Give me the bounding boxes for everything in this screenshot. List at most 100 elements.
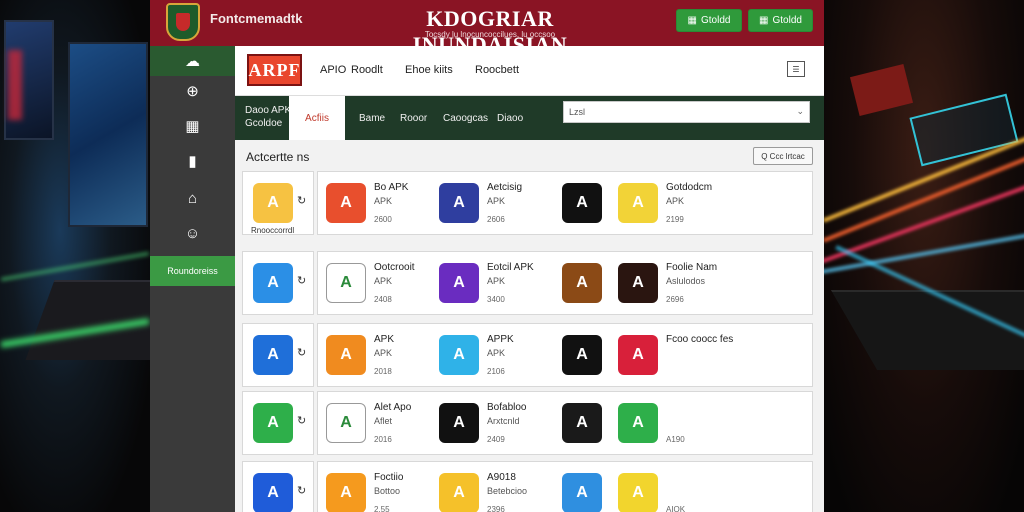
refresh-icon[interactable]: ↻ xyxy=(297,414,306,427)
app-name[interactable]: Foolie Nam xyxy=(666,262,717,273)
apk-logo[interactable]: ARPF xyxy=(247,54,302,86)
app-icon: A xyxy=(253,403,293,443)
app-icon[interactable]: A xyxy=(326,183,366,223)
tabs-brand-line: Gcoldoe xyxy=(245,118,283,129)
app-name[interactable]: Aetcisig xyxy=(487,182,522,193)
refresh-icon[interactable]: ↻ xyxy=(297,194,306,207)
app-icon: A xyxy=(253,335,293,375)
header-button-2[interactable]: ▦ Gtoldd xyxy=(748,9,813,32)
app-name[interactable]: APK xyxy=(374,334,394,345)
app-size: 2396 xyxy=(487,505,505,512)
sidebar-calendar-icon[interactable]: ▦ xyxy=(150,111,235,141)
app-size: 2600 xyxy=(374,215,392,224)
app-icon[interactable]: A xyxy=(439,263,479,303)
app-icon[interactable]: A xyxy=(618,263,658,303)
app-name[interactable]: Ootcrooit xyxy=(374,262,415,273)
featured-app-card[interactable]: A ↻ xyxy=(242,461,314,512)
app-subtitle: Betebcioo xyxy=(487,486,528,496)
menu-icon[interactable]: ☰ xyxy=(787,61,805,77)
app-icon[interactable]: A xyxy=(326,263,366,303)
app-row: A ↻ A Alet Apo Aflet 2016 A Bofabloo Arxtcnld 240… xyxy=(242,391,813,455)
tabs-brand: Daoo APK Gcoldoe xyxy=(245,104,291,130)
background-neon-light xyxy=(0,251,150,282)
tab[interactable]: Caoogcas xyxy=(443,96,488,140)
app-name[interactable]: Bofabloo xyxy=(487,402,526,413)
search-placeholder: Lzsl xyxy=(569,107,586,117)
app-icon[interactable]: A xyxy=(326,335,366,375)
filter-button[interactable]: Q Ccc lrtcac xyxy=(753,147,813,165)
tab[interactable]: Bame xyxy=(359,96,385,140)
app-icon[interactable]: A xyxy=(326,473,366,512)
background-sign xyxy=(849,63,914,117)
background-neon-light xyxy=(824,170,1024,264)
sidebar-home-icon[interactable]: ☁ xyxy=(150,46,235,76)
brand-name[interactable]: Fontcmemadtk xyxy=(210,11,302,26)
featured-app-card[interactable]: A ↻ xyxy=(242,251,314,315)
nav-header: ARPF APIO Roodlt Ehoe kiits Roocbett ☰ xyxy=(235,46,824,96)
app-icon[interactable]: A xyxy=(439,183,479,223)
app-subtitle: Bottoo xyxy=(374,486,401,496)
app-icon[interactable]: A xyxy=(562,473,602,512)
app-icon: A xyxy=(253,473,293,512)
app-icon[interactable]: A xyxy=(618,183,658,223)
header-button-label: Gtoldd xyxy=(772,15,802,26)
app-name[interactable]: Eotcil APK xyxy=(487,262,534,273)
tab[interactable]: Diaoo xyxy=(497,96,523,140)
app-icon[interactable]: A xyxy=(562,263,602,303)
tab[interactable]: Rooor xyxy=(400,96,427,140)
app-size: 2606 xyxy=(487,215,505,224)
app-icon[interactable]: A xyxy=(618,473,658,512)
app-icon[interactable]: A xyxy=(618,403,658,443)
app-icon[interactable]: A xyxy=(439,403,479,443)
nav-link[interactable]: Ehoe kiits xyxy=(405,64,453,76)
app-icon[interactable]: A xyxy=(562,335,602,375)
nav-link[interactable]: Roocbett xyxy=(475,64,519,76)
app-icon[interactable]: A xyxy=(439,335,479,375)
app-size: AIOK xyxy=(666,505,686,512)
app-name[interactable]: A9018 xyxy=(487,472,516,483)
refresh-icon[interactable]: ↻ xyxy=(297,274,306,287)
app-name[interactable]: Fcoo coocc fes xyxy=(666,334,733,345)
app-name[interactable]: Bo APK xyxy=(374,182,408,193)
app-size: 2016 xyxy=(374,435,392,444)
app-icon[interactable]: A xyxy=(618,335,658,375)
search-input[interactable]: Lzsl ⌄ xyxy=(563,101,810,123)
app-name[interactable]: Gotdodcm xyxy=(666,182,712,193)
top-bar: Fontcmemadtk KDOGRIAR INUNDAISIAN Tocsdy… xyxy=(150,0,824,57)
featured-app-card[interactable]: A ↻ Rnooccorrdl xyxy=(242,171,314,235)
background-sign xyxy=(909,93,1019,167)
featured-app-card[interactable]: A ↻ xyxy=(242,323,314,387)
sidebar-globe-icon[interactable]: ⊕ xyxy=(150,76,235,106)
nav-link[interactable]: APIO xyxy=(320,64,346,76)
refresh-icon[interactable]: ↻ xyxy=(297,346,306,359)
app-name[interactable]: Alet Apo xyxy=(374,402,411,413)
chevron-icon: ⌄ xyxy=(796,106,804,116)
background-left-scene xyxy=(0,0,150,512)
app-row: A ↻ A Ootcrooit APK 2408 A Eotcil APK APK 3400 A A F… xyxy=(242,251,813,315)
sidebar-chart-icon[interactable]: ▮ xyxy=(150,146,235,176)
app-subtitle: APK xyxy=(374,348,393,358)
app-icon[interactable]: A xyxy=(326,403,366,443)
sidebar-box-icon[interactable]: ⌂ xyxy=(150,183,235,213)
app-size: 2018 xyxy=(374,367,392,376)
app-name[interactable]: Foctiio xyxy=(374,472,403,483)
app-list-card: A Ootcrooit APK 2408 A Eotcil APK APK 3400 A A Foo… xyxy=(317,251,813,315)
app-icon[interactable]: A xyxy=(562,183,602,223)
app-subtitle: Aslulodos xyxy=(666,276,706,286)
header-button-1[interactable]: ▦ Gtoldd xyxy=(676,9,742,32)
shield-logo-icon[interactable] xyxy=(166,3,200,41)
app-icon[interactable]: A xyxy=(439,473,479,512)
app-icon[interactable]: A xyxy=(562,403,602,443)
refresh-icon[interactable]: ↻ xyxy=(297,484,306,497)
app-subtitle: APK xyxy=(374,196,393,206)
app-size: 3400 xyxy=(487,295,505,304)
nav-link[interactable]: Roodlt xyxy=(351,64,383,76)
background-neon-light xyxy=(824,227,1024,277)
app-name[interactable]: APPK xyxy=(487,334,514,345)
sidebar-user-icon[interactable]: ☺ xyxy=(150,218,235,248)
background-keyboard xyxy=(830,290,1024,370)
tab-active[interactable]: Acfiis xyxy=(289,96,345,140)
sidebar-item-label[interactable]: Roundoreiss xyxy=(150,256,235,286)
featured-app-card[interactable]: A ↻ xyxy=(242,391,314,455)
background-neon-light xyxy=(8,50,22,120)
